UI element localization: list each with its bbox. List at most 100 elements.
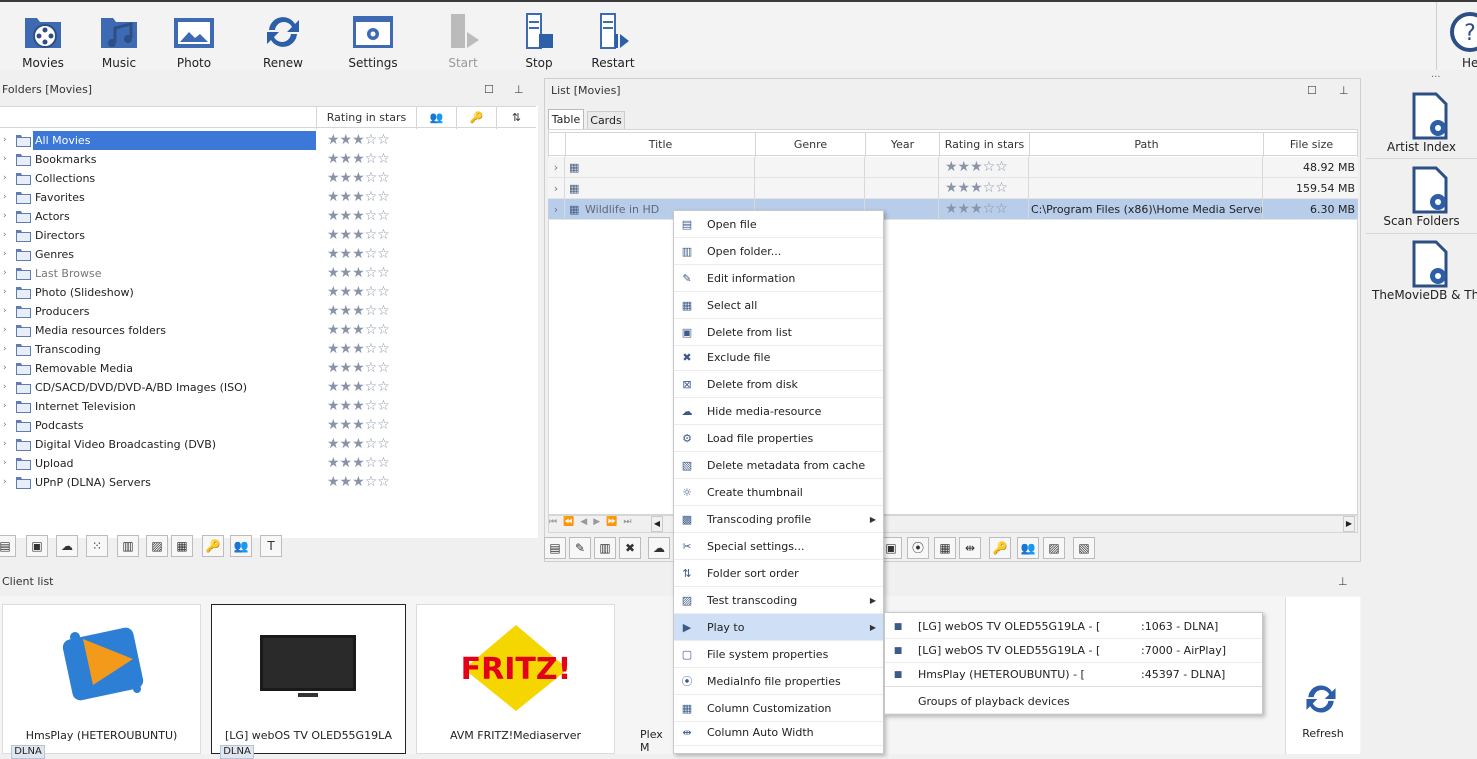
col-title[interactable]: Title xyxy=(565,133,755,157)
folder-row[interactable]: › Producers ★★★☆☆ xyxy=(0,302,536,321)
folder-row[interactable]: › Genres ★★★☆☆ xyxy=(0,245,536,264)
list-cloud-icon[interactable]: ☁ xyxy=(648,537,670,559)
list-exclude-icon[interactable]: ✖ xyxy=(619,537,641,559)
play-to-device[interactable]: ■ HmsPlay (HETEROUBUNTU) - [:45397 - DLNA… xyxy=(885,663,1262,687)
menu-item[interactable]: ✎ Edit information xyxy=(674,265,883,292)
rating-stars[interactable]: ★★★☆☆ xyxy=(327,454,390,473)
menu-item[interactable]: ⇹ Column Auto Width xyxy=(674,719,883,746)
rating-stars[interactable]: ★★★☆☆ xyxy=(327,188,390,207)
expand-chevron-icon[interactable]: › xyxy=(3,264,7,283)
rating-stars[interactable]: ★★★☆☆ xyxy=(327,340,390,359)
folder-row[interactable]: › Directors ★★★☆☆ xyxy=(0,226,536,245)
folder-row[interactable]: › Removable Media ★★★☆☆ xyxy=(0,359,536,378)
people-button-icon[interactable]: 👥 xyxy=(230,535,252,557)
save-icon[interactable]: ▨ xyxy=(146,535,168,557)
scan-folders-button[interactable]: Scan Folders xyxy=(1366,164,1477,232)
expand-chevron-icon[interactable]: › xyxy=(3,302,7,321)
menu-item[interactable]: ▨ Test transcoding ▶ xyxy=(674,587,883,614)
rating-stars[interactable]: ★★★☆☆ xyxy=(327,245,390,264)
key-button-icon[interactable]: 🔑 xyxy=(202,535,224,557)
text-icon[interactable]: T xyxy=(260,535,282,557)
expand-chevron-icon[interactable]: › xyxy=(3,473,7,492)
renew-button[interactable]: Renew xyxy=(246,4,320,70)
menu-item[interactable]: ⇅ Folder sort order xyxy=(674,560,883,587)
play-to-device[interactable]: ■ [LG] webOS TV OLED55G19LA - [:1063 - DL… xyxy=(885,615,1262,639)
pin-icon[interactable]: ⊥ xyxy=(514,83,524,96)
expand-chevron-icon[interactable]: › xyxy=(3,454,7,473)
tab-cards[interactable]: Cards xyxy=(587,111,625,129)
list-edit-icon[interactable]: ✎ xyxy=(569,537,591,559)
rating-stars[interactable]: ★★★☆☆ xyxy=(327,264,390,283)
folder-row[interactable]: › Podcasts ★★★☆☆ xyxy=(0,416,536,435)
folder-open-icon[interactable]: ▤ xyxy=(0,535,16,557)
table-row[interactable]: › ▦ Wildlife in HD ★★★☆☆ C:\Program Files (x… xyxy=(548,199,1358,220)
folder-row[interactable]: › Actors ★★★☆☆ xyxy=(0,207,536,226)
scroll-left-icon[interactable]: ◀ xyxy=(651,516,663,532)
folder-row[interactable]: › Collections ★★★☆☆ xyxy=(0,169,536,188)
themoviedb-button[interactable]: TheMovieDB & TheT xyxy=(1366,238,1477,306)
menu-item[interactable]: ▤ Open file xyxy=(674,211,883,238)
rating-stars[interactable]: ★★★☆☆ xyxy=(327,378,390,397)
people-icon[interactable]: 👥 xyxy=(416,107,456,129)
menu-item[interactable]: ▢ File system properties xyxy=(674,641,883,668)
folder-row[interactable]: › Internet Television ★★★☆☆ xyxy=(0,397,536,416)
menu-item[interactable]: ▦ Select all xyxy=(674,292,883,319)
expand-chevron-icon[interactable]: › xyxy=(3,188,7,207)
folder-row[interactable]: › CD/SACD/DVD/DVD-A/BD Images (ISO) ★★★☆☆ xyxy=(0,378,536,397)
list-pin-icon[interactable]: ⊥ xyxy=(1339,84,1349,97)
rating-stars[interactable]: ★★★☆☆ xyxy=(327,416,390,435)
menu-item[interactable]: ⊠ Delete from disk xyxy=(674,371,883,398)
col-path[interactable]: Path xyxy=(1029,133,1263,157)
stop-button[interactable]: Stop xyxy=(502,4,576,70)
key-icon[interactable]: 🔑 xyxy=(456,107,496,129)
table-row[interactable]: › ▦ ★★★☆☆ 159.54 MB xyxy=(548,178,1358,199)
menu-item[interactable]: ▦ Column Customization xyxy=(674,695,883,722)
expand-chevron-icon[interactable]: › xyxy=(3,416,7,435)
expand-chevron-icon[interactable]: › xyxy=(3,340,7,359)
client-card[interactable]: HmsPlay (HETEROUBUNTU) DLNA xyxy=(2,604,201,759)
movies-button[interactable]: Movies xyxy=(6,4,80,70)
settings-button[interactable]: Settings xyxy=(336,4,410,70)
menu-item[interactable]: ☁ Hide media-resource xyxy=(674,398,883,425)
menu-item[interactable]: ⚙ Load file properties xyxy=(674,425,883,452)
rating-stars[interactable]: ★★★☆☆ xyxy=(327,283,390,302)
tab-table[interactable]: Table xyxy=(548,109,584,129)
list-delete-icon[interactable]: ▥ xyxy=(594,537,616,559)
folder-row[interactable]: › Photo (Slideshow) ★★★☆☆ xyxy=(0,283,536,302)
folder-row[interactable]: › Favorites ★★★☆☆ xyxy=(0,188,536,207)
menu-item[interactable]: ⦿ MediaInfo file properties xyxy=(674,668,883,695)
menu-item[interactable]: ▶ Play to ▶ xyxy=(674,614,883,641)
folder-row[interactable]: › Media resources folders ★★★☆☆ xyxy=(0,321,536,340)
folder-row[interactable]: › UPnP (DLNA) Servers ★★★☆☆ xyxy=(0,473,536,492)
menu-item[interactable]: ▩ Transcoding profile ▶ xyxy=(674,506,883,533)
expand-chevron-icon[interactable]: › xyxy=(3,359,7,378)
expand-chevron-icon[interactable]: › xyxy=(3,150,7,169)
expand-chevron-icon[interactable]: › xyxy=(3,321,7,340)
play-to-device[interactable]: ■ [LG] webOS TV OLED55G19LA - [:7000 - Ai… xyxy=(885,639,1262,663)
rating-stars[interactable]: ★★★☆☆ xyxy=(327,359,390,378)
restart-button[interactable]: Restart xyxy=(576,4,650,70)
refresh-button[interactable]: Refresh xyxy=(1285,597,1360,754)
list-open-icon[interactable]: ▤ xyxy=(544,537,566,559)
rating-stars[interactable]: ★★★☆☆ xyxy=(327,169,390,188)
start-button[interactable]: Start xyxy=(426,4,500,70)
rating-stars[interactable]: ★★★☆☆ xyxy=(327,207,390,226)
expand-chevron-icon[interactable]: › xyxy=(3,207,7,226)
expand-chevron-icon[interactable]: › xyxy=(3,245,7,264)
sort-icon[interactable]: ⇅ xyxy=(496,107,536,129)
list-key-icon[interactable]: 🔑 xyxy=(989,537,1011,559)
menu-item[interactable]: ☼ Create thumbnail xyxy=(674,479,883,506)
rating-stars[interactable]: ★★★☆☆ xyxy=(327,435,390,454)
expand-chevron-icon[interactable]: › xyxy=(3,435,7,454)
folder-row[interactable]: › Upload ★★★☆☆ xyxy=(0,454,536,473)
col-year[interactable]: Year xyxy=(865,133,939,157)
nav-arrows[interactable]: ⏮⏪◀▶⏩⏭ xyxy=(549,517,637,527)
help-button[interactable]: ? He xyxy=(1440,4,1477,70)
menu-item[interactable]: ✖ Exclude file xyxy=(674,344,883,371)
rating-stars[interactable]: ★★★☆☆ xyxy=(327,473,390,492)
scroll-right-icon[interactable]: ▶ xyxy=(1343,516,1355,532)
more-icon[interactable]: ··· xyxy=(1431,72,1441,83)
list-people-icon[interactable]: 👥 xyxy=(1017,537,1039,559)
rating-stars[interactable]: ★★★☆☆ xyxy=(327,150,390,169)
table-row[interactable]: › ▦ ★★★☆☆ 48.92 MB xyxy=(548,157,1358,178)
